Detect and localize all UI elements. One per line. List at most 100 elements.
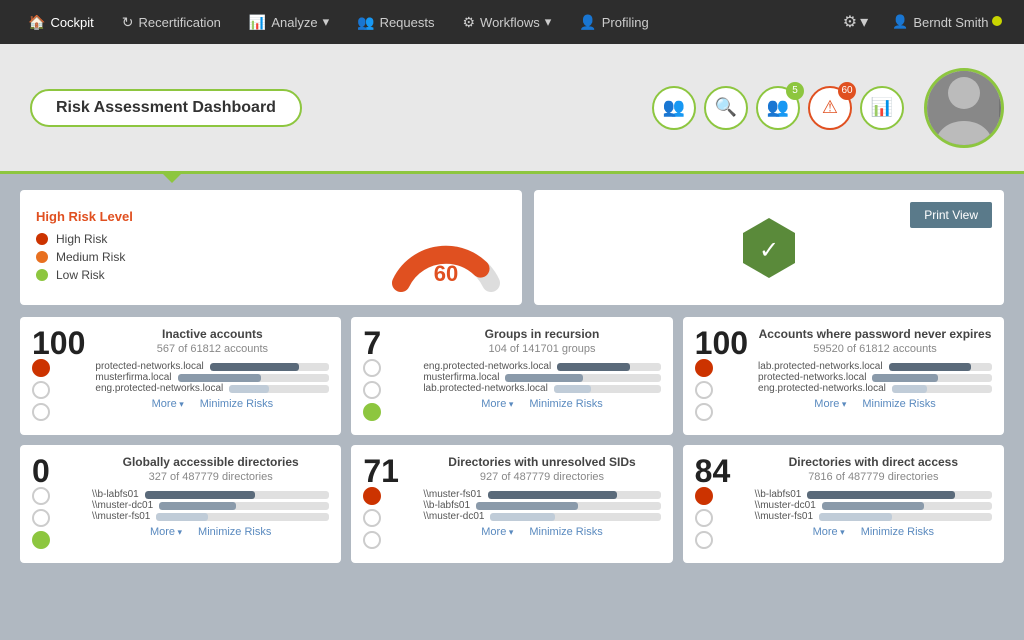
group-icon-btn[interactable]: 👥 5 xyxy=(756,86,800,130)
card-title-5: Directories with direct access xyxy=(755,455,992,469)
card-subtitle-3: 327 of 487779 directories xyxy=(92,471,329,483)
card-circle-2-0 xyxy=(695,359,713,377)
nav-left: 🏠 Cockpit ↻ Recertification 📊 Analyze ▾ … xyxy=(16,0,661,44)
nav-right: ⚙ ▾ 👤 Berndt Smith ▾ xyxy=(835,8,1008,36)
card-subtitle-4: 927 of 487779 directories xyxy=(423,471,660,483)
data-row-3-1: \\muster-dc01 xyxy=(92,500,329,511)
alert-icon-btn[interactable]: ⚠ 60 xyxy=(808,86,852,130)
circle-row-5-2 xyxy=(695,531,745,549)
low-risk-dot xyxy=(36,269,48,281)
minimize-link-0[interactable]: Minimize Risks xyxy=(200,398,273,410)
nav-workflows[interactable]: ⚙ Workflows ▾ xyxy=(450,0,563,44)
card-circles-4 xyxy=(363,487,413,549)
circle-row-2-1 xyxy=(695,381,748,399)
card-rows-2: lab.protected-networks.local protected-n… xyxy=(758,361,992,394)
people-icon-btn[interactable]: 👥 xyxy=(652,86,696,130)
avatar-image xyxy=(927,71,1001,145)
card-footer-1: More Minimize Risks xyxy=(423,398,660,410)
legend-high: High Risk xyxy=(36,232,370,246)
risk-panel: High Risk Level High Risk Medium Risk Lo… xyxy=(20,190,522,305)
minimize-link-3[interactable]: Minimize Risks xyxy=(198,526,271,538)
data-row-3-0: \\b-labfs01 xyxy=(92,489,329,500)
card-score-0: 100 xyxy=(32,327,85,359)
card-circles-2 xyxy=(695,359,748,421)
card-circles-5 xyxy=(695,487,745,549)
medium-risk-dot xyxy=(36,251,48,263)
circle-row-2-2 xyxy=(695,403,748,421)
minimize-link-4[interactable]: Minimize Risks xyxy=(529,526,602,538)
nav-requests[interactable]: 👥 Requests xyxy=(345,0,446,44)
svg-text:✓: ✓ xyxy=(759,237,779,264)
card-score-3: 0 xyxy=(32,455,82,487)
card-circle-4-1 xyxy=(363,509,381,527)
circle-row-4-1 xyxy=(363,509,413,527)
card-footer-4: More Minimize Risks xyxy=(423,526,660,538)
minimize-link-2[interactable]: Minimize Risks xyxy=(862,398,935,410)
chart-icon-btn[interactable]: 📊 xyxy=(860,86,904,130)
more-link-2[interactable]: More xyxy=(814,398,846,410)
card-score-1: 7 xyxy=(363,327,413,359)
card-title-0: Inactive accounts xyxy=(95,327,329,341)
data-row-3-2: \\muster-fs01 xyxy=(92,511,329,522)
more-link-1[interactable]: More xyxy=(481,398,513,410)
card-score-wrap-2: 100 xyxy=(695,327,748,425)
user-button[interactable]: 👤 Berndt Smith ▾ xyxy=(884,10,1008,34)
gauge-value: 60 xyxy=(434,261,458,287)
print-button[interactable]: Print View xyxy=(910,202,992,228)
chart-icon: 📊 xyxy=(871,97,893,118)
nav-analyze[interactable]: 📊 Analyze ▾ xyxy=(237,0,341,44)
more-link-4[interactable]: More xyxy=(481,526,513,538)
card-score-wrap-3: 0 xyxy=(32,455,82,553)
data-row-0-1: musterfirma.local xyxy=(95,372,329,383)
card-rows-3: \\b-labfs01 \\muster-dc01 \\muster-fs01 xyxy=(92,489,329,522)
minimize-link-1[interactable]: Minimize Risks xyxy=(529,398,602,410)
right-panel: Print View ✓ xyxy=(534,190,1004,305)
gear-button[interactable]: ⚙ ▾ xyxy=(835,8,876,36)
circle-row-4-2 xyxy=(363,531,413,549)
legend-medium: Medium Risk xyxy=(36,250,370,264)
card-circle-2-1 xyxy=(695,381,713,399)
card-footer-3: More Minimize Risks xyxy=(92,526,329,538)
card-circle-3-0 xyxy=(32,487,50,505)
card-score-wrap-4: 71 xyxy=(363,455,413,553)
card-circles-0 xyxy=(32,359,85,421)
card-circle-0-1 xyxy=(32,381,50,399)
card-circle-1-0 xyxy=(363,359,381,377)
card-circle-5-1 xyxy=(695,509,713,527)
group-icon: 👥 xyxy=(767,97,789,118)
card-circle-0-2 xyxy=(32,403,50,421)
top-navigation: 🏠 Cockpit ↻ Recertification 📊 Analyze ▾ … xyxy=(0,0,1024,44)
circle-row-3-1 xyxy=(32,509,82,527)
nav-profiling[interactable]: 👤 Profiling xyxy=(567,0,660,44)
dashboard-title: Risk Assessment Dashboard xyxy=(30,89,302,127)
card-body-1: Groups in recursion 104 of 141701 groups… xyxy=(423,327,660,425)
profiling-icon: 👤 xyxy=(579,14,596,31)
card-title-1: Groups in recursion xyxy=(423,327,660,341)
alert-badge: 60 xyxy=(838,82,856,100)
card-circle-3-1 xyxy=(32,509,50,527)
risk-card-4: 71 Directories with unresolved SIDs 927 … xyxy=(351,445,672,563)
card-score-2: 100 xyxy=(695,327,748,359)
nav-cockpit[interactable]: 🏠 Cockpit xyxy=(16,0,106,44)
group-badge: 5 xyxy=(786,82,804,100)
more-link-3[interactable]: More xyxy=(150,526,182,538)
card-body-5: Directories with direct access 7816 of 4… xyxy=(755,455,992,553)
minimize-link-5[interactable]: Minimize Risks xyxy=(861,526,934,538)
card-circle-4-2 xyxy=(363,531,381,549)
card-score-5: 84 xyxy=(695,455,745,487)
user-icon: 👤 xyxy=(892,14,908,30)
circle-row-1-0 xyxy=(363,359,413,377)
card-title-2: Accounts where password never expires xyxy=(758,327,992,341)
card-rows-4: \\muster-fs01 \\b-labfs01 \\muster-dc01 xyxy=(423,489,660,522)
data-row-0-2: eng.protected-networks.local xyxy=(95,383,329,394)
data-row-2-1: protected-networks.local xyxy=(758,372,992,383)
card-rows-1: eng.protected-networks.local musterfirma… xyxy=(423,361,660,394)
more-link-0[interactable]: More xyxy=(152,398,184,410)
data-row-1-2: lab.protected-networks.local xyxy=(423,383,660,394)
search-icon-btn[interactable]: 🔍 xyxy=(704,86,748,130)
data-row-5-1: \\muster-dc01 xyxy=(755,500,992,511)
data-row-2-0: lab.protected-networks.local xyxy=(758,361,992,372)
more-link-5[interactable]: More xyxy=(813,526,845,538)
nav-recertification[interactable]: ↻ Recertification xyxy=(110,0,233,44)
card-circle-0-0 xyxy=(32,359,50,377)
